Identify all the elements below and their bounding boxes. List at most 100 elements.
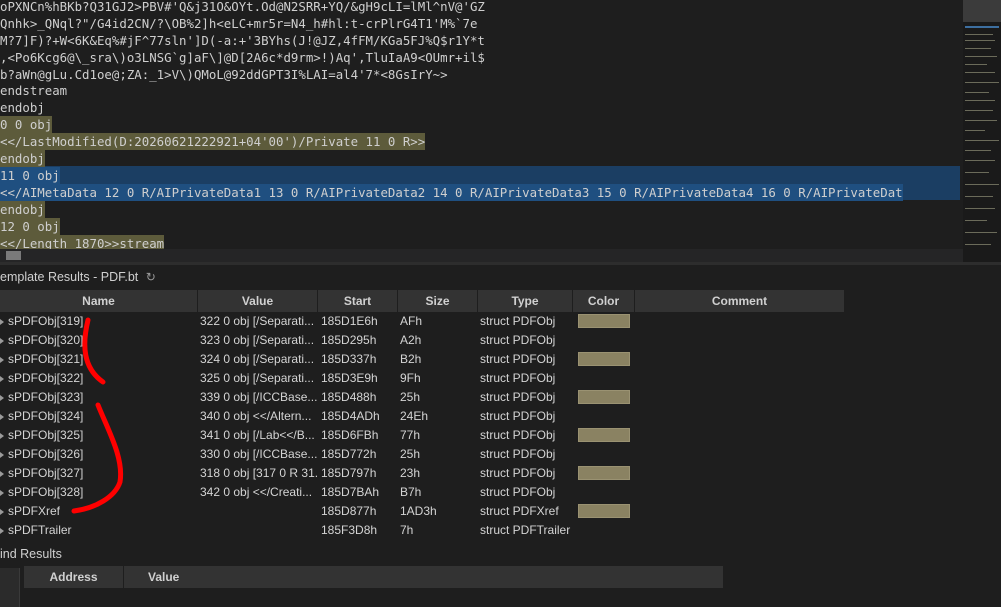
row-start: 185D4ADh	[321, 409, 380, 423]
table-row[interactable]: sPDFObj[326] 330 0 obj [/ICCBase... 185D77…	[0, 445, 845, 464]
row-start: 185D6FBh	[321, 428, 379, 442]
expand-arrow-icon[interactable]	[0, 312, 6, 331]
row-name: sPDFObj[328]	[8, 485, 84, 499]
code-line[interactable]: endobj	[0, 99, 45, 116]
find-results-grid[interactable]: Address Value	[24, 566, 723, 588]
table-row[interactable]: sPDFObj[323] 339 0 obj [/ICCBase... 185D48…	[0, 388, 845, 407]
row-name: sPDFObj[327]	[8, 466, 84, 480]
column-header-value[interactable]: Value	[198, 290, 318, 312]
code-line[interactable]: endobj	[0, 201, 45, 218]
column-header-size[interactable]: Size	[398, 290, 478, 312]
color-swatch[interactable]	[578, 352, 630, 366]
expand-arrow-icon[interactable]	[0, 350, 6, 369]
row-type: struct PDFObj	[480, 333, 556, 347]
column-header-name[interactable]: Name	[0, 290, 198, 312]
panel-divider[interactable]	[0, 262, 1001, 265]
code-line[interactable]: endobj	[0, 150, 45, 167]
code-line[interactable]: endstream	[0, 82, 67, 99]
column-header-color[interactable]: Color	[573, 290, 635, 312]
row-name: sPDFObj[325]	[8, 428, 84, 442]
minimap-mark	[965, 72, 995, 73]
minimap-mark	[965, 160, 995, 161]
expand-arrow-icon[interactable]	[0, 426, 6, 445]
expand-arrow-icon[interactable]	[0, 407, 6, 426]
column-header-address[interactable]: Address	[24, 566, 124, 588]
minimap-mark	[965, 110, 993, 111]
color-swatch[interactable]	[578, 390, 630, 404]
scrollbar-thumb[interactable]	[6, 251, 21, 260]
color-swatch[interactable]	[578, 504, 630, 518]
minimap-mark	[965, 100, 995, 101]
table-row[interactable]: sPDFObj[324] 340 0 obj <</Altern... 185D4A…	[0, 407, 845, 426]
row-start: 185D877h	[321, 504, 377, 518]
minimap-mark	[965, 150, 991, 151]
table-row[interactable]: sPDFObj[327] 318 0 obj [317 0 R 31... 185D…	[0, 464, 845, 483]
code-line[interactable]: oPXNCn%hBKb?Q31GJ2>PBV#'Q&j31O&OYt.Od@N2…	[0, 0, 485, 15]
minimap-mark	[965, 120, 997, 121]
row-name: sPDFXref	[8, 504, 61, 518]
row-name: sPDFObj[319]	[8, 314, 84, 328]
column-header-start[interactable]: Start	[318, 290, 398, 312]
row-type: struct PDFObj	[480, 314, 556, 328]
code-line-selected[interactable]: 11 0 obj	[0, 167, 60, 184]
row-type: struct PDFObj	[480, 428, 556, 442]
column-header-comment[interactable]: Comment	[635, 290, 845, 312]
row-value: 339 0 obj [/ICCBase...	[200, 390, 317, 404]
expand-arrow-icon[interactable]	[0, 445, 6, 464]
row-size: A2h	[400, 333, 422, 347]
table-row[interactable]: sPDFObj[322] 325 0 obj [/Separati... 185D3…	[0, 369, 845, 388]
table-row[interactable]: sPDFObj[328] 342 0 obj <</Creati... 185D7B…	[0, 483, 845, 502]
row-size: B7h	[400, 485, 422, 499]
text-editor[interactable]: oPXNCn%hBKb?Q31GJ2>PBV#'Q&j31O&OYt.Od@N2…	[0, 0, 960, 249]
expand-arrow-icon[interactable]	[0, 483, 6, 502]
row-value: 325 0 obj [/Separati...	[200, 371, 315, 385]
code-line[interactable]: ,<Po6Kcg6@\_sra\)o3LNSG`g]aF\]@D[2A6c*d9…	[0, 49, 485, 66]
expand-arrow-icon[interactable]	[0, 521, 6, 540]
row-start: 185D488h	[321, 390, 377, 404]
row-size: 23h	[400, 466, 421, 480]
table-row[interactable]: sPDFTrailer 185F3D8h 7h struct PDFTrailer	[0, 521, 845, 540]
table-row[interactable]: sPDFObj[325] 341 0 obj [/Lab<</B... 185D6F…	[0, 426, 845, 445]
row-name: sPDFObj[324]	[8, 409, 84, 423]
refresh-icon[interactable]: ↻	[146, 270, 156, 284]
horizontal-scrollbar[interactable]	[0, 249, 963, 262]
row-value: 340 0 obj <</Altern...	[200, 409, 312, 423]
expand-arrow-icon[interactable]	[0, 464, 6, 483]
template-results-grid[interactable]: Name Value Start Size Type Color Comment…	[0, 290, 845, 540]
minimap-mark	[965, 208, 995, 209]
expand-arrow-icon[interactable]	[0, 369, 6, 388]
code-line[interactable]: 0 0 obj	[0, 116, 53, 133]
minimap-mark	[965, 172, 989, 173]
table-row[interactable]: sPDFObj[321] 324 0 obj [/Separati... 185D3…	[0, 350, 845, 369]
minimap-viewport[interactable]	[963, 0, 1001, 22]
color-swatch[interactable]	[578, 428, 630, 442]
row-value	[200, 521, 317, 540]
code-line[interactable]: 12 0 obj	[0, 218, 60, 235]
code-line[interactable]: <</Length 1870>>stream	[0, 235, 165, 249]
expand-arrow-icon[interactable]	[0, 388, 6, 407]
code-line[interactable]: Qnhk>_QNql?"/G4id2CN/?\OB%2]h<eLC+mr5r=N…	[0, 15, 477, 32]
code-line[interactable]: M?7]F)?+W<6K&Eq%#jF^77sln']D(-a:+'3BYhs(…	[0, 32, 485, 49]
row-start: 185D1E6h	[321, 314, 378, 328]
table-row[interactable]: sPDFXref 185D877h 1AD3h struct PDFXref	[0, 502, 845, 521]
expand-arrow-icon[interactable]	[0, 502, 6, 521]
code-line[interactable]: b?aWn@gLu.Cd1oe@;ZA:_1>V\)QMoL@92ddGPT3I…	[0, 66, 448, 83]
minimap-mark	[965, 130, 985, 131]
table-row[interactable]: sPDFObj[320] 323 0 obj [/Separati... 185D2…	[0, 331, 845, 350]
row-value	[200, 502, 317, 521]
expand-arrow-icon[interactable]	[0, 331, 6, 350]
column-header-type[interactable]: Type	[478, 290, 573, 312]
row-start: 185D337h	[321, 352, 377, 366]
color-swatch[interactable]	[578, 314, 630, 328]
minimap-mark	[965, 40, 995, 41]
code-line[interactable]: <</LastModified(D:20260621222921+04'00')…	[0, 133, 426, 150]
minimap[interactable]	[963, 0, 1001, 262]
column-header-value[interactable]: Value	[124, 566, 746, 588]
row-name: sPDFTrailer	[8, 523, 72, 537]
code-line-selected[interactable]: <</AIMetaData 12 0 R/AIPrivateData1 13 0…	[0, 184, 903, 201]
minimap-mark	[965, 82, 999, 83]
color-swatch[interactable]	[578, 466, 630, 480]
row-start: 185D797h	[321, 466, 377, 480]
minimap-mark	[965, 56, 997, 57]
table-row[interactable]: sPDFObj[319] 322 0 obj [/Separati... 185D1…	[0, 312, 845, 331]
